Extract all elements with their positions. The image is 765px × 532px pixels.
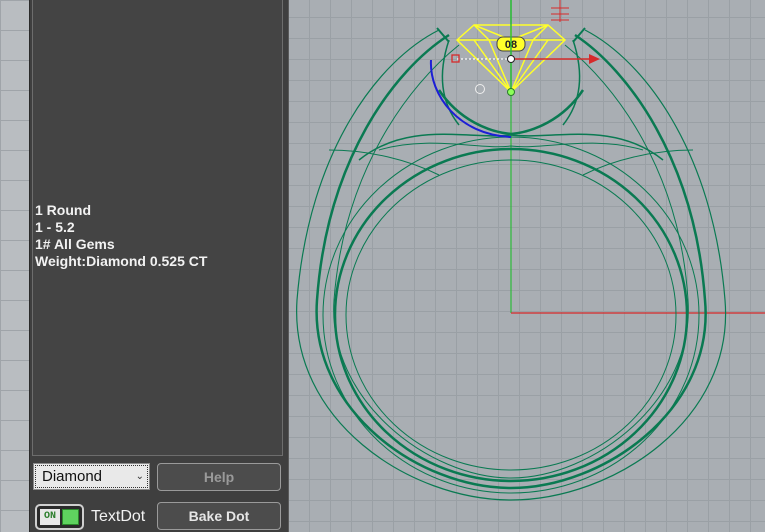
toggle-state-text: ON	[40, 509, 60, 525]
gumball-center	[507, 55, 515, 63]
info-line-2: 1 - 5.2	[35, 219, 75, 235]
info-text: 1 Round 1 - 5.2 1# All Gems Weight:Diamo…	[35, 202, 207, 270]
textdot-toggle[interactable]: ON	[35, 504, 84, 530]
3d-viewport[interactable]: 08	[289, 0, 765, 532]
left-gutter	[0, 0, 30, 532]
gumball-rotate-handle	[475, 84, 485, 94]
gumball-x-arrow	[589, 54, 600, 64]
chevron-down-icon: ⌄	[135, 471, 144, 482]
material-select-value: Diamond	[42, 468, 103, 485]
gem-info-panel: 1 Round 1 - 5.2 1# All Gems Weight:Diamo…	[29, 0, 290, 532]
help-button[interactable]: Help	[157, 463, 281, 491]
gumball-origin	[507, 88, 515, 96]
textdot-label: TextDot	[91, 508, 146, 525]
toggle-knob	[62, 509, 79, 525]
info-line-5: Weight:Diamond 0.525 CT	[35, 253, 208, 269]
info-line-1: 1 Round	[35, 202, 91, 218]
info-line-4: 1# All Gems	[35, 236, 115, 252]
viewport-canvas: 08	[296, 0, 765, 501]
gumball-top-markers	[551, 0, 569, 22]
bake-dot-button[interactable]: Bake Dot	[157, 502, 281, 530]
info-textbox: 1 Round 1 - 5.2 1# All Gems Weight:Diamo…	[32, 0, 283, 456]
material-select[interactable]: Diamond ⌄	[33, 463, 150, 490]
